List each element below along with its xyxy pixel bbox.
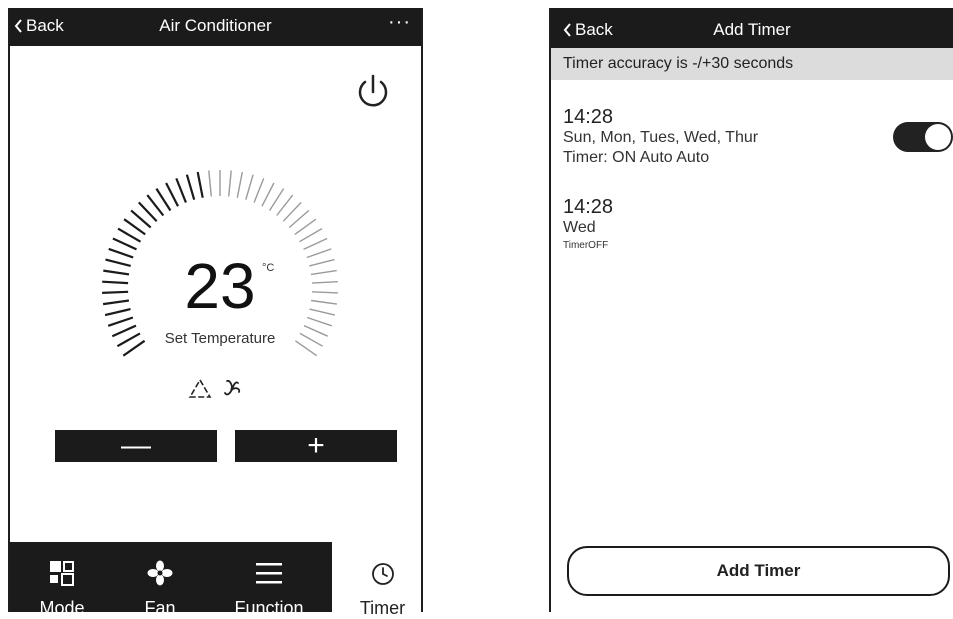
back-button[interactable]: Back	[563, 20, 613, 40]
dial-tick	[185, 174, 196, 201]
more-options-icon[interactable]: ···	[388, 11, 411, 34]
dial-tick	[311, 299, 337, 305]
dial-tick	[112, 237, 137, 251]
dial-tick	[310, 269, 337, 276]
back-label: Back	[26, 16, 64, 35]
dial-tick	[269, 188, 285, 211]
dial-tick	[311, 281, 338, 284]
timer-action: TimerOFF	[563, 240, 609, 251]
dial-tick	[288, 209, 310, 229]
back-label: Back	[575, 20, 613, 39]
dial-tick	[306, 248, 332, 259]
dial-tick	[261, 182, 275, 207]
timer-days: Sun, Mon, Tues, Wed, Thur	[563, 129, 759, 146]
nav-function-label: Function	[234, 598, 304, 618]
top-bar: Back Add Timer	[551, 8, 953, 48]
fan-icon	[147, 560, 173, 586]
add-timer-button[interactable]: Add Timer	[567, 546, 950, 596]
nav-fan[interactable]: Fan	[120, 542, 200, 618]
dial-tick	[228, 170, 232, 197]
timer-item[interactable]: 14:28 Sun, Mon, Tues, Wed, Thur Timer: O…	[563, 106, 903, 168]
decrease-temperature-button[interactable]: —	[55, 430, 217, 462]
bottom-navigation: Mode Fan Function	[10, 542, 332, 618]
dial-tick	[303, 324, 328, 337]
dial-tick	[175, 177, 187, 203]
timer-item[interactable]: 14:28 Wed TimerOFF	[563, 196, 903, 254]
dial-tick	[309, 258, 335, 267]
dial-tick	[306, 316, 333, 327]
plus-icon: +	[307, 429, 325, 462]
dial-tick	[311, 291, 338, 294]
dial-tick	[282, 201, 302, 222]
dial-tick	[102, 299, 130, 306]
dial-tick	[102, 280, 129, 285]
menu-icon	[256, 563, 282, 584]
dial-tick	[105, 258, 131, 267]
dial-tick	[165, 182, 179, 207]
top-bar: Back Air Conditioner ···	[10, 8, 421, 46]
dial-tick	[123, 218, 146, 236]
chevron-left-icon	[563, 23, 571, 37]
auto-fan-icon	[224, 379, 241, 396]
dial-tick	[253, 178, 265, 203]
dial-tick	[309, 308, 336, 316]
dial-tick	[196, 171, 204, 198]
dial-tick	[103, 269, 130, 276]
minus-icon: —	[121, 429, 151, 462]
dial-tick	[276, 194, 294, 216]
toggle-knob	[925, 124, 951, 150]
dial-tick	[107, 316, 134, 327]
dial-tick	[116, 332, 141, 348]
nav-fan-label: Fan	[144, 598, 176, 618]
clock-icon	[371, 563, 394, 585]
dial-tick	[155, 188, 172, 212]
dial-tick	[108, 247, 134, 259]
timer-days: Wed	[563, 219, 596, 236]
dial-tick	[117, 227, 142, 243]
dial-tick	[294, 218, 317, 235]
page-title: Air Conditioner	[159, 16, 272, 35]
power-icon[interactable]	[353, 72, 393, 112]
temperature-value: 23	[184, 250, 256, 322]
nav-timer[interactable]: Timer	[340, 542, 425, 618]
dial-tick	[236, 171, 243, 198]
dial-tick	[299, 227, 323, 243]
dial-tick	[208, 170, 212, 197]
dial-tick	[111, 324, 137, 338]
dial-tick	[299, 332, 323, 347]
nav-function[interactable]: Function	[229, 542, 309, 618]
set-temperature-label: Set Temperature	[164, 330, 276, 347]
nav-timer-label: Timer	[359, 598, 406, 618]
dial-tick	[104, 308, 131, 317]
auto-mode-icon	[188, 378, 212, 398]
timer-time: 14:28	[563, 196, 614, 218]
mode-icon	[50, 561, 74, 586]
dial-tick	[245, 174, 254, 200]
nav-mode-label: Mode	[39, 598, 85, 618]
back-button[interactable]: Back	[14, 16, 64, 36]
timer-enable-toggle[interactable]	[893, 122, 953, 152]
air-conditioner-screen: Back Air Conditioner ··· 23 °C Set Tempe…	[8, 8, 425, 618]
timer-time: 14:28	[563, 106, 614, 128]
add-timer-screen: Back Add Timer Timer accuracy is -/+30 s…	[549, 8, 953, 612]
dial-tick	[303, 237, 328, 251]
nav-mode[interactable]: Mode	[22, 542, 102, 618]
chevron-left-icon	[14, 19, 22, 33]
timer-accuracy-banner: Timer accuracy is -/+30 seconds	[551, 48, 953, 80]
increase-temperature-button[interactable]: +	[235, 430, 397, 462]
temperature-unit: °C	[262, 262, 275, 274]
timer-action: Timer: ON Auto Auto	[563, 149, 710, 166]
dial-tick	[102, 290, 129, 294]
